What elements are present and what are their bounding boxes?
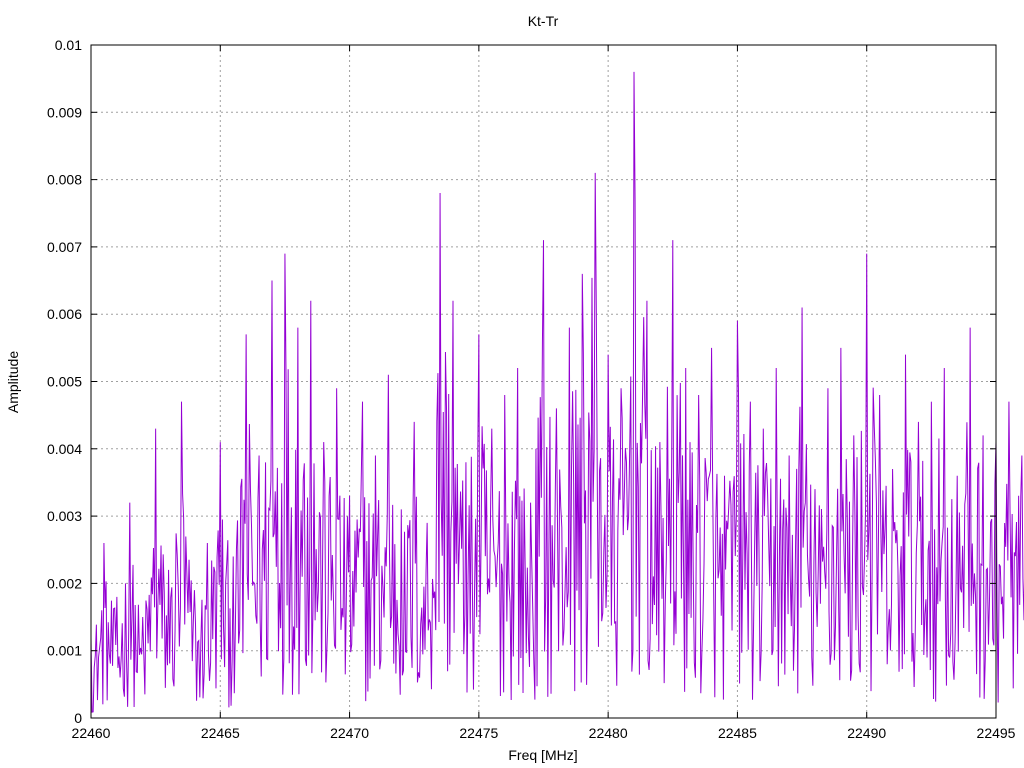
y-tick-label: 0.008 (47, 172, 82, 188)
x-tick-label: 22465 (201, 725, 240, 741)
series-line (90, 71, 1024, 713)
series-layer (90, 71, 1024, 713)
y-tick-label: 0.005 (47, 374, 82, 390)
chart-title: Kt-Tr (528, 13, 559, 29)
x-axis-label: Freq [MHz] (508, 747, 577, 763)
y-tick-label: 0.009 (47, 104, 82, 120)
y-tick-label: 0.01 (55, 37, 82, 53)
x-tick-label: 22490 (847, 725, 886, 741)
y-tick-label: 0.001 (47, 643, 82, 659)
y-tick-label: 0.003 (47, 508, 82, 524)
x-tick-label: 22460 (72, 725, 111, 741)
x-tick-label: 22480 (589, 725, 628, 741)
y-tick-label: 0.002 (47, 575, 82, 591)
y-tick-label: 0.006 (47, 306, 82, 322)
x-tick-label: 22495 (977, 725, 1016, 741)
y-tick-label: 0.007 (47, 239, 82, 255)
y-axis-label: Amplitude (5, 351, 21, 413)
y-tick-label: 0 (74, 710, 82, 726)
line-chart: 22460 22465 22470 22475 22480 22485 22490 22495… (5, 13, 1024, 763)
y-tick-label: 0.004 (47, 441, 82, 457)
x-tick-label: 22475 (459, 725, 498, 741)
x-tick-label: 22485 (718, 725, 757, 741)
x-tick-label: 22470 (330, 725, 369, 741)
